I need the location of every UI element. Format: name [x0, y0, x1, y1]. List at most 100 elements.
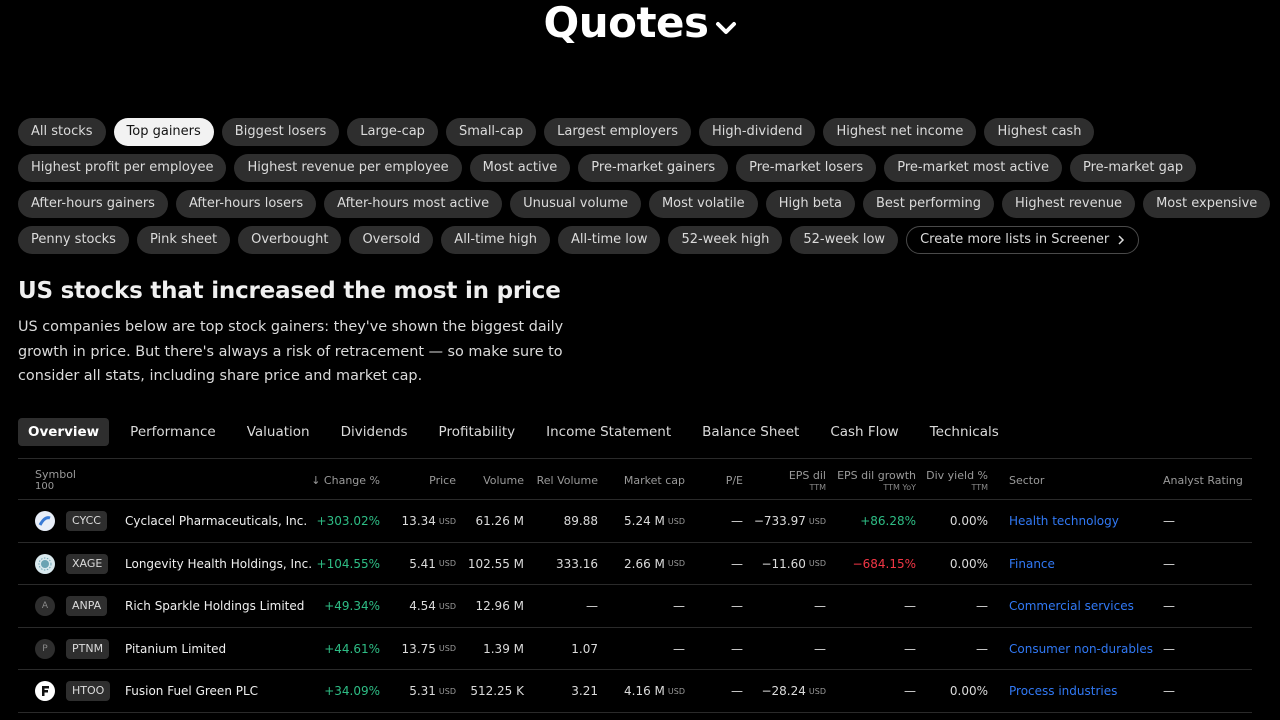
cell-price: 5.31 USD: [409, 670, 456, 712]
col-eps-growth[interactable]: EPS dil growth TTM YoY: [837, 459, 916, 501]
col-div-yield[interactable]: Div yield % TTM: [926, 459, 988, 501]
ticker-badge[interactable]: XAGE: [66, 553, 109, 574]
list-pill-after-hours-losers[interactable]: After-hours losers: [175, 190, 317, 218]
list-pill-highest-profit-per-employee[interactable]: Highest profit per employee: [18, 154, 227, 182]
col-price[interactable]: Price: [429, 459, 456, 501]
col-rel-volume[interactable]: Rel Volume: [537, 459, 598, 501]
list-pill-pre-market-gainers[interactable]: Pre-market gainers: [578, 154, 729, 182]
col-market-cap-label: Market cap: [623, 473, 685, 487]
col-eps-growth-sub: TTM YoY: [883, 482, 916, 492]
list-pill-small-cap[interactable]: Small-cap: [445, 118, 537, 146]
list-pill-best-performing[interactable]: Best performing: [863, 190, 994, 218]
list-pill-top-gainers[interactable]: Top gainers: [113, 118, 214, 146]
list-pill-pink-sheet[interactable]: Pink sheet: [136, 226, 231, 254]
list-pill-high-beta[interactable]: High beta: [765, 190, 856, 218]
sector-link[interactable]: Consumer non-durables: [1009, 628, 1153, 670]
list-pill-highest-cash[interactable]: Highest cash: [984, 118, 1095, 146]
list-pill-all-time-low[interactable]: All-time low: [557, 226, 661, 254]
col-symbol[interactable]: Symbol 100: [35, 459, 76, 501]
table-row[interactable]: A ANPA Rich Sparkle Holdings Limited +49.34…: [18, 585, 1252, 628]
list-pill-biggest-losers[interactable]: Biggest losers: [221, 118, 340, 146]
list-pill-after-hours-gainers[interactable]: After-hours gainers: [18, 190, 168, 218]
tab-cash-flow[interactable]: Cash Flow: [820, 418, 908, 446]
company-name[interactable]: Longevity Health Holdings, Inc.: [125, 543, 312, 585]
tab-technicals[interactable]: Technicals: [920, 418, 1009, 446]
list-pill-highest-net-income[interactable]: Highest net income: [823, 118, 977, 146]
value-market-cap: 4.16 M: [624, 684, 665, 698]
list-pill-highest-revenue-per-employee[interactable]: Highest revenue per employee: [234, 154, 462, 182]
sector-link[interactable]: Finance: [1009, 543, 1055, 585]
list-pill-overbought[interactable]: Overbought: [238, 226, 342, 254]
col-sector[interactable]: Sector: [1009, 459, 1044, 501]
list-pill-highest-revenue[interactable]: Highest revenue: [1001, 190, 1136, 218]
ticker-badge[interactable]: HTOO: [66, 681, 111, 701]
tab-dividends[interactable]: Dividends: [331, 418, 418, 446]
table-row[interactable]: XAGE Longevity Health Holdings, Inc. +104.…: [18, 543, 1252, 585]
sector-link[interactable]: Health technology: [1009, 500, 1119, 542]
list-pill-most-expensive[interactable]: Most expensive: [1143, 190, 1271, 218]
list-pill-all-time-high[interactable]: All-time high: [441, 226, 550, 254]
list-pill-after-hours-most-active[interactable]: After-hours most active: [324, 190, 503, 218]
col-market-cap[interactable]: Market cap: [624, 459, 685, 501]
col-volume[interactable]: Volume: [483, 459, 524, 501]
cell-eps-growth: —: [904, 628, 916, 670]
tab-income-statement[interactable]: Income Statement: [536, 418, 681, 446]
col-change-label: ↓ Change %: [311, 473, 380, 487]
longevity-logo-icon: [35, 553, 55, 574]
company-name[interactable]: Cyclacel Pharmaceuticals, Inc.: [125, 500, 307, 542]
list-pill-52-week-low[interactable]: 52-week low: [790, 226, 899, 254]
list-pill-most-active[interactable]: Most active: [469, 154, 571, 182]
col-eps[interactable]: EPS dil TTM: [789, 459, 826, 501]
company-name[interactable]: Fusion Fuel Green PLC: [125, 670, 258, 712]
list-pill-unusual-volume[interactable]: Unusual volume: [510, 190, 641, 218]
table-tabs: Overview Performance Valuation Dividends Pro…: [18, 418, 1020, 446]
sector-link[interactable]: Process industries: [1009, 670, 1117, 712]
logo-cell: [35, 670, 55, 712]
ticker-badge[interactable]: ANPA: [66, 596, 108, 616]
page-title[interactable]: Quotes: [543, 0, 736, 47]
cell-market-cap: —: [673, 628, 685, 670]
screener-link[interactable]: Create more lists in Screener: [906, 226, 1140, 254]
list-pill-largest-employers[interactable]: Largest employers: [544, 118, 691, 146]
list-pill-large-cap[interactable]: Large-cap: [347, 118, 438, 146]
tab-profitability[interactable]: Profitability: [429, 418, 526, 446]
tab-balance-sheet[interactable]: Balance Sheet: [692, 418, 809, 446]
cell-eps: −11.60 USD: [761, 543, 826, 585]
company-name[interactable]: Rich Sparkle Holdings Limited: [125, 585, 304, 627]
col-analyst[interactable]: Analyst Rating: [1163, 459, 1243, 501]
ticker-badge[interactable]: PTNM: [66, 638, 110, 659]
table-row[interactable]: HTOO Fusion Fuel Green PLC +34.09% 5.31 USD 5…: [18, 670, 1252, 713]
chevron-right-icon: [1118, 235, 1125, 245]
tab-performance[interactable]: Performance: [120, 418, 226, 446]
list-pill-all-stocks[interactable]: All stocks: [18, 118, 106, 146]
cell-change: +34.09%: [324, 670, 380, 712]
analyst-rating: —: [1163, 599, 1175, 613]
list-pill-pre-market-most-active[interactable]: Pre-market most active: [884, 154, 1062, 182]
value-market-cap: 2.66 M: [624, 556, 665, 571]
ticker-badge[interactable]: CYCC: [66, 511, 107, 531]
list-pill-52-week-high[interactable]: 52-week high: [668, 226, 783, 254]
cell-market-cap: 2.66 M USD: [624, 543, 685, 585]
list-pill-penny-stocks[interactable]: Penny stocks: [18, 226, 129, 254]
col-change[interactable]: ↓ Change %: [311, 459, 380, 501]
sector-link[interactable]: Commercial services: [1009, 585, 1134, 627]
table-row[interactable]: P PTNM Pitanium Limited +44.61% 13.75 USD 1.39…: [18, 628, 1252, 670]
list-pill-pre-market-gap[interactable]: Pre-market gap: [1069, 154, 1197, 182]
cell-volume: 102.55 M: [468, 543, 524, 585]
col-price-label: Price: [429, 473, 456, 487]
company-name[interactable]: Pitanium Limited: [125, 628, 226, 670]
cell-rel-volume: 3.21: [571, 670, 598, 712]
list-pill-oversold[interactable]: Oversold: [349, 226, 434, 254]
table-row[interactable]: CYCC Cyclacel Pharmaceuticals, Inc. +303.0…: [18, 500, 1252, 543]
col-rel-volume-label: Rel Volume: [536, 473, 598, 487]
cell-pe: —: [731, 670, 743, 712]
pill-row: After-hours gainers After-hours losers Aft…: [18, 190, 1271, 218]
list-pill-most-volatile[interactable]: Most volatile: [648, 190, 758, 218]
list-pill-pre-market-losers[interactable]: Pre-market losers: [736, 154, 877, 182]
tab-overview[interactable]: Overview: [18, 418, 110, 446]
tab-valuation[interactable]: Valuation: [237, 418, 320, 446]
value-eps: —: [814, 599, 826, 613]
list-pill-high-dividend[interactable]: High-dividend: [698, 118, 816, 146]
analyst-rating: —: [1163, 514, 1175, 528]
col-pe[interactable]: P/E: [726, 459, 743, 501]
